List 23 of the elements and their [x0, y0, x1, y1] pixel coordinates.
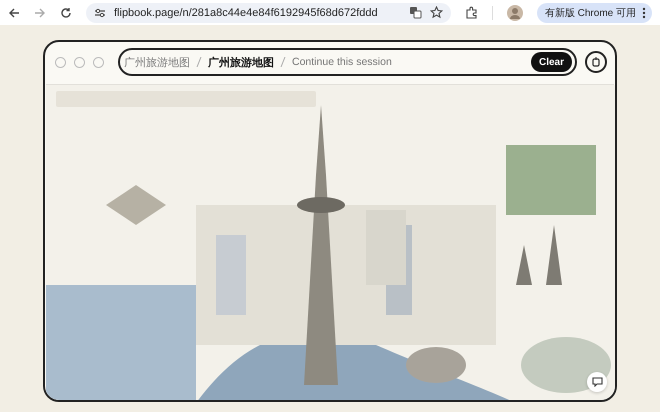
chat-icon	[592, 377, 602, 387]
extensions-icon[interactable]	[464, 6, 478, 19]
separator-icon	[280, 57, 286, 67]
reload-icon[interactable]	[60, 6, 72, 18]
separator-icon	[196, 57, 202, 67]
window-control-dot[interactable]	[93, 56, 104, 68]
breadcrumb[interactable]: 广州旅游地图	[124, 54, 190, 70]
window-control-dot[interactable]	[55, 56, 66, 68]
session-input[interactable]: Continue this session	[292, 56, 525, 68]
profile-avatar-icon[interactable]	[506, 4, 523, 20]
stop-icon	[592, 57, 600, 67]
breadcrumb[interactable]: 广州旅游地图	[208, 54, 274, 70]
site-settings-icon[interactable]	[94, 6, 106, 18]
stop-button[interactable]	[585, 51, 607, 73]
clear-button[interactable]: Clear	[530, 52, 572, 72]
translate-icon[interactable]	[408, 6, 422, 19]
bookmark-star-icon[interactable]	[430, 6, 443, 19]
back-icon[interactable]	[8, 6, 20, 18]
more-menu-icon[interactable]	[642, 6, 646, 18]
window-control-dot[interactable]	[74, 56, 85, 68]
url-text: flipbook.page/n/281a8c44e4e84f6192945f68d672fddd	[114, 6, 379, 18]
address-bar[interactable]: flipbook.page/n/281a8c44e4e84f6192945f68d672fddd	[86, 2, 451, 22]
chrome-update-button[interactable]: 有新版 Chrome 可用	[536, 2, 652, 22]
